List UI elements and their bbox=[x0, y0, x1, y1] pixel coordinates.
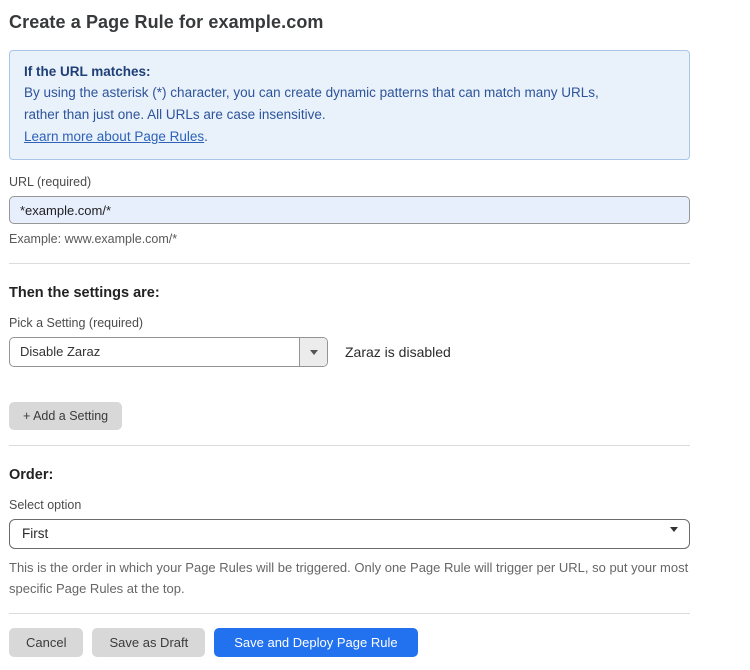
info-box-link-line: Learn more about Page Rules. bbox=[24, 126, 675, 148]
page-title: Create a Page Rule for example.com bbox=[9, 12, 690, 33]
add-setting-button[interactable]: + Add a Setting bbox=[9, 402, 122, 430]
url-input[interactable] bbox=[9, 196, 690, 224]
info-box-heading: If the URL matches: bbox=[24, 61, 675, 82]
setting-select-arrow-button[interactable] bbox=[299, 338, 327, 366]
cancel-button[interactable]: Cancel bbox=[9, 628, 83, 657]
section-divider bbox=[9, 613, 690, 614]
info-box-body: By using the asterisk (*) character, you… bbox=[24, 82, 604, 126]
setting-picker-label: Pick a Setting (required) bbox=[9, 316, 690, 330]
chevron-down-icon bbox=[310, 350, 318, 355]
url-example-text: Example: www.example.com/* bbox=[9, 232, 690, 246]
learn-more-link[interactable]: Learn more about Page Rules bbox=[24, 129, 204, 144]
setting-select[interactable]: Disable Zaraz bbox=[9, 337, 328, 367]
section-divider bbox=[9, 263, 690, 264]
setting-select-value: Disable Zaraz bbox=[10, 338, 299, 366]
order-section-heading: Order: bbox=[9, 467, 690, 483]
order-select-label: Select option bbox=[9, 498, 690, 512]
setting-row: Disable Zaraz Zaraz is disabled bbox=[9, 337, 690, 367]
url-field-label: URL (required) bbox=[9, 175, 690, 189]
chevron-down-icon bbox=[670, 532, 678, 550]
order-select[interactable]: First bbox=[9, 519, 690, 549]
setting-status-text: Zaraz is disabled bbox=[345, 344, 451, 360]
order-help-text: This is the order in which your Page Rul… bbox=[9, 557, 690, 599]
save-draft-button[interactable]: Save as Draft bbox=[92, 628, 205, 657]
footer-button-row: Cancel Save as Draft Save and Deploy Pag… bbox=[9, 628, 690, 657]
page-rule-form: Create a Page Rule for example.com If th… bbox=[0, 0, 750, 657]
link-suffix: . bbox=[204, 129, 208, 144]
section-divider bbox=[9, 445, 690, 446]
settings-section-heading: Then the settings are: bbox=[9, 285, 690, 301]
url-match-info-box: If the URL matches: By using the asteris… bbox=[9, 50, 690, 160]
save-deploy-button[interactable]: Save and Deploy Page Rule bbox=[214, 628, 417, 657]
order-select-value: First bbox=[10, 520, 689, 548]
